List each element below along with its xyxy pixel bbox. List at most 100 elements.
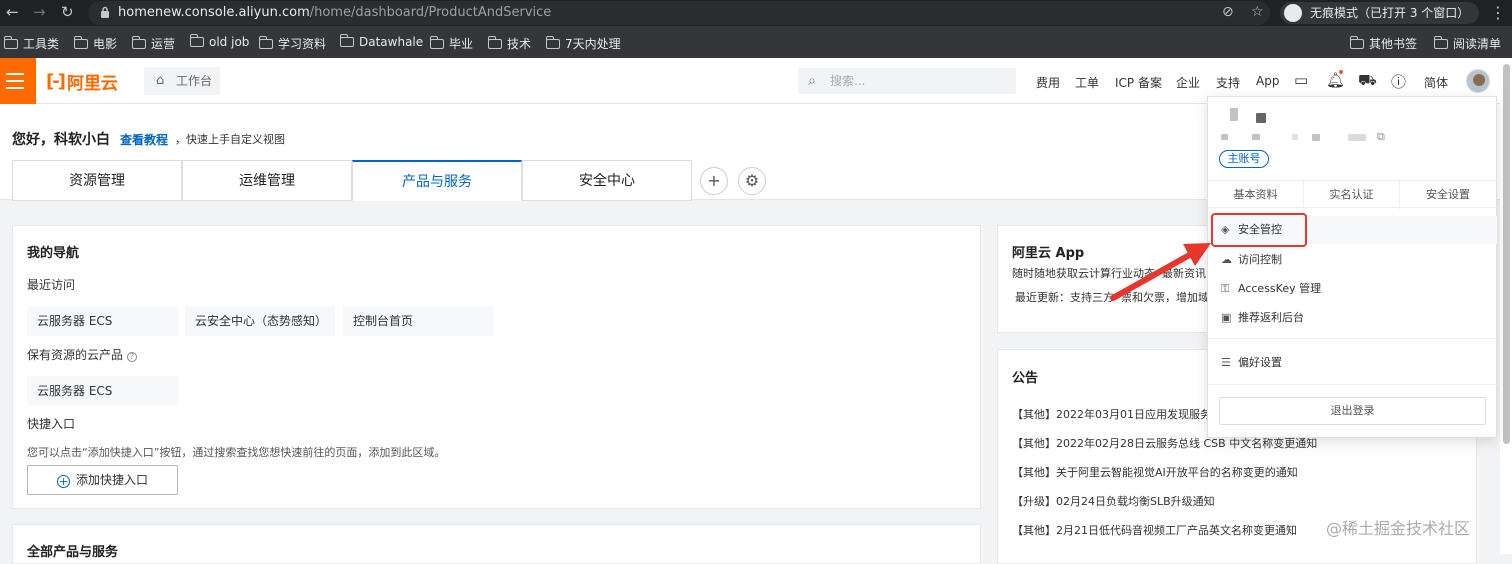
all-products-title: 全部产品与服务	[27, 545, 119, 560]
add-shortcut-label: 添加快捷入口	[75, 473, 148, 487]
bookmark-folder[interactable]: old job	[189, 34, 249, 49]
tutorial-link[interactable]: 查看教程	[120, 131, 168, 148]
menu-referral[interactable]: ▣ 推荐返利后台	[1208, 304, 1497, 332]
owned-label-text: 保有资源的云产品	[27, 348, 124, 362]
folder-icon	[73, 35, 88, 49]
folder-icon	[339, 34, 354, 47]
all-products-card	[12, 524, 981, 564]
recent-label: 最近访问	[27, 278, 76, 292]
menu-access-control[interactable]: ☁ 访问控制	[1208, 246, 1497, 274]
bell-icon[interactable]: 🔔︎	[1326, 71, 1345, 89]
bookmark-folder[interactable]: 技术	[487, 35, 532, 52]
announcement-item[interactable]: 【其他】关于阿里云智能视觉AI开放平台的名称变更的通知	[1012, 464, 1298, 480]
search-icon: ⌕	[808, 73, 816, 89]
bookmark-folder[interactable]: 学习资料	[258, 35, 326, 52]
menu-label: 推荐返利后台	[1238, 311, 1304, 324]
redacted-id	[1348, 134, 1366, 141]
redacted-name	[1256, 113, 1266, 123]
owned-products-label: 保有资源的云产品?	[27, 346, 138, 363]
incognito-icon	[1284, 4, 1302, 22]
nav-support[interactable]: 支持	[1216, 74, 1240, 91]
bookmark-folder[interactable]: 7天内处理	[545, 35, 621, 52]
nav-app[interactable]: App	[1256, 74, 1279, 88]
help-icon[interactable]: ⓘ	[1391, 71, 1406, 92]
tab-resources[interactable]: 资源管理	[12, 160, 182, 201]
redacted-id	[1312, 134, 1320, 141]
copy-icon[interactable]: ⧉	[1377, 130, 1385, 144]
logout-button[interactable]: 退出登录	[1219, 397, 1486, 425]
hamburger-menu-icon[interactable]	[0, 58, 36, 104]
tab-products[interactable]: 产品与服务	[352, 160, 522, 201]
bookmark-folder[interactable]: 其他书签	[1349, 35, 1417, 52]
eye-off-icon[interactable]: ⊘	[1222, 4, 1234, 20]
menu-preferences[interactable]: ☰ 偏好设置	[1208, 349, 1497, 377]
menu-label: 访问控制	[1238, 253, 1282, 266]
tab-security-settings[interactable]: 安全设置	[1400, 181, 1496, 209]
bookmark-label: 技术	[507, 37, 532, 51]
divider	[1208, 338, 1497, 339]
announcement-item[interactable]: 【其他】2月21日低代码音视频工厂产品英文名称变更通知	[1012, 522, 1297, 538]
tab-operations[interactable]: 运维管理	[182, 160, 352, 201]
add-tab-button[interactable]: +	[700, 167, 728, 195]
nav-icp[interactable]: ICP 备案	[1115, 74, 1162, 91]
home-icon: ⌂	[156, 73, 165, 88]
plus-circle-icon: +	[56, 475, 70, 488]
watermark: @稀土掘金技术社区	[1326, 519, 1471, 538]
tab-security-center[interactable]: 安全中心	[522, 160, 692, 201]
key-icon: ⚿	[1221, 282, 1230, 295]
announcement-item[interactable]: 【升级】02月24日负载均衡SLB升级通知	[1012, 493, 1215, 509]
owned-item-ecs[interactable]: 云服务器 ECS	[27, 376, 178, 406]
redacted-id	[1221, 134, 1228, 140]
bookmark-folder[interactable]: Datawhale	[339, 34, 423, 49]
url-host: homenew.console.aliyun.com	[118, 5, 310, 20]
folder-icon	[3, 35, 18, 49]
avatar[interactable]	[1466, 69, 1490, 93]
back-icon[interactable]: ←	[6, 3, 19, 21]
bookmark-folder[interactable]: 电影	[73, 35, 117, 52]
menu-accesskey[interactable]: ⚿ AccessKey 管理	[1208, 275, 1497, 303]
recent-item-security[interactable]: 云安全中心（态势感知）	[185, 306, 335, 336]
app-line2-text: 最近更新：支持三方	[1015, 291, 1114, 304]
settings-gear-icon[interactable]: ⚙	[738, 167, 766, 195]
question-icon[interactable]: ?	[127, 352, 138, 362]
tab-realname[interactable]: 实名认证	[1304, 181, 1400, 209]
star-icon[interactable]: ☆	[1251, 4, 1264, 20]
logo-text: 阿里云	[66, 73, 118, 94]
browser-toolbar: ← → ↻ homenew.console.aliyun.com/home/da…	[0, 0, 1512, 26]
bookmark-folder[interactable]: 工具类	[3, 35, 59, 52]
bookmark-folder[interactable]: 毕业	[429, 35, 473, 52]
shortcut-label: 快捷入口	[27, 417, 76, 431]
aliyun-logo[interactable]: [-] 阿里云	[46, 70, 118, 94]
annotation-arrow	[1110, 243, 1211, 301]
search-input[interactable]: ⌕ 搜索...	[798, 68, 1016, 94]
announcement-item[interactable]: 【其他】2022年03月01日应用发现服务	[1012, 406, 1211, 422]
workbench-button[interactable]: ⌂ 工作台	[144, 67, 220, 95]
language-switch[interactable]: 简体	[1424, 74, 1448, 91]
recent-item-console-home[interactable]: 控制台首页	[343, 306, 494, 336]
bookmark-label: 阅读清单	[1453, 37, 1502, 51]
lock-icon[interactable]	[100, 6, 110, 18]
recent-item-ecs[interactable]: 云服务器 ECS	[27, 306, 178, 336]
reading-list-icon	[1433, 35, 1448, 49]
tab-basic-info[interactable]: 基本资料	[1208, 181, 1304, 209]
reload-icon[interactable]: ↻	[61, 3, 74, 21]
bookmark-folder[interactable]: 运营	[131, 35, 176, 52]
incognito-indicator[interactable]: 无痕模式（已打开 3 个窗口）	[1280, 2, 1480, 24]
reading-list[interactable]: 阅读清单	[1433, 35, 1502, 52]
terminal-icon[interactable]: ▭	[1294, 71, 1308, 89]
main-account-badge: 主账号	[1219, 150, 1269, 168]
url-text[interactable]: homenew.console.aliyun.com/home/dashboar…	[118, 5, 551, 20]
cart-icon[interactable]: ⛟	[1358, 71, 1377, 91]
scrollbar-thumb[interactable]	[1503, 64, 1510, 444]
nav-enterprise[interactable]: 企业	[1176, 74, 1200, 91]
nav-tickets[interactable]: 工单	[1075, 74, 1099, 91]
forward-icon[interactable]: →	[33, 3, 46, 21]
greeting-text: 您好，科软小白	[12, 132, 110, 148]
nav-fees[interactable]: 费用	[1036, 74, 1060, 91]
kebab-menu-icon[interactable]: ⋮	[1490, 3, 1506, 22]
folder-icon	[258, 35, 273, 49]
add-shortcut-button[interactable]: + 添加快捷入口	[27, 465, 178, 495]
folder-icon	[1349, 35, 1364, 49]
book-icon: ▣	[1221, 311, 1232, 324]
bookmark-label: 运营	[151, 37, 176, 51]
